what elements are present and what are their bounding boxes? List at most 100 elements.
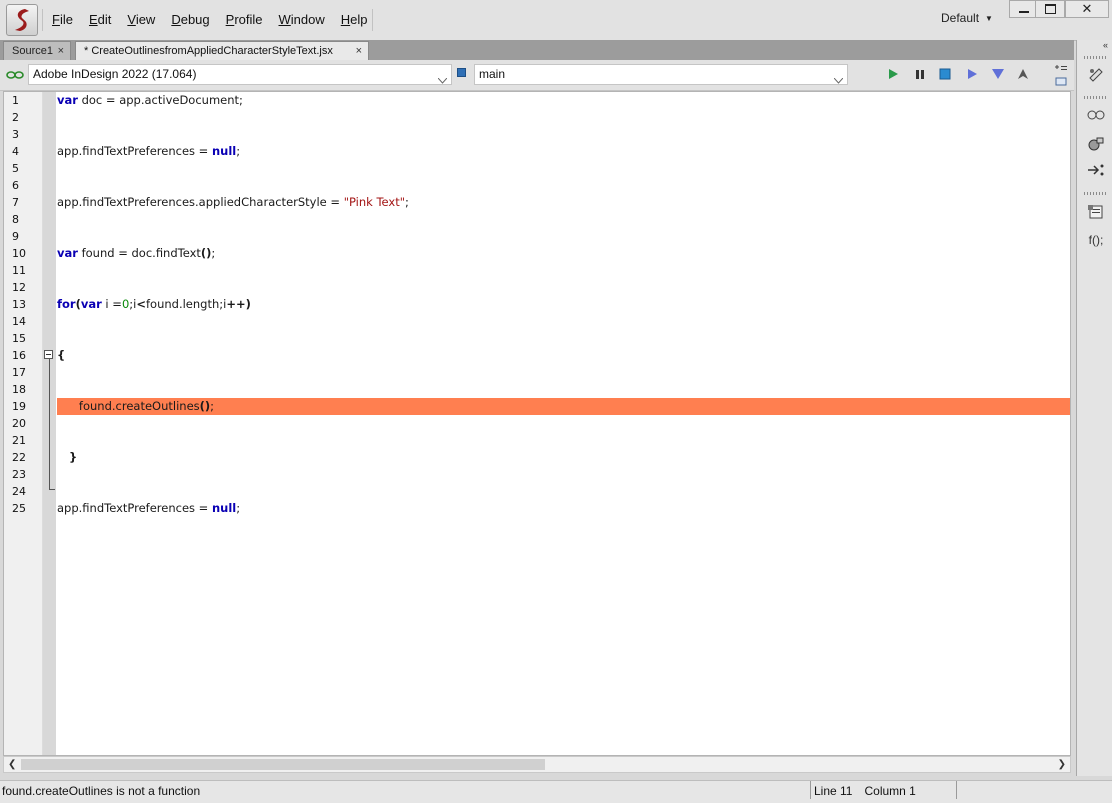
line-number: 14 — [12, 315, 26, 328]
line-number: 13 — [12, 298, 26, 311]
main-menu: File Edit View Debug Profile Window Help — [52, 12, 384, 27]
code-line-4: app.findTextPreferences = null; — [57, 143, 1070, 160]
menu-view[interactable]: View — [127, 12, 155, 27]
target-engine-select[interactable]: main — [474, 64, 848, 85]
tab-create-outlines-script[interactable]: * CreateOutlinesfromAppliedCharacterStyl… — [75, 41, 369, 60]
line-number: 20 — [12, 417, 26, 430]
chevron-down-icon — [437, 71, 448, 90]
chevron-down-icon — [833, 71, 844, 90]
line-number: 25 — [12, 502, 26, 515]
menu-window[interactable]: Window — [279, 12, 325, 27]
code-token: "Pink Text" — [343, 195, 406, 209]
code-token: ; — [210, 399, 215, 413]
script-icon[interactable] — [1086, 204, 1106, 222]
chevron-down-icon: ▼ — [985, 14, 993, 23]
code-token: ; — [236, 144, 241, 158]
code-token: () — [200, 246, 212, 260]
panel-grip[interactable] — [1084, 56, 1106, 59]
code-token: var — [57, 246, 78, 260]
close-icon: ✕ — [1081, 1, 1093, 16]
code-token: () — [199, 399, 211, 413]
data-browser-icon[interactable] — [1086, 108, 1106, 126]
code-text-area[interactable]: var doc = app.activeDocument; app.findTe… — [57, 92, 1070, 755]
line-number: 22 — [12, 451, 26, 464]
code-token: ; — [236, 501, 241, 515]
panel-grip[interactable] — [1084, 192, 1106, 195]
panel-grip[interactable] — [1084, 96, 1106, 99]
target-engine-value: main — [479, 67, 506, 81]
status-bar: found.createOutlines is not a function L… — [0, 780, 1112, 803]
line-number: 3 — [12, 128, 19, 141]
code-token: doc = app.activeDocument; — [77, 93, 243, 107]
target-application-select[interactable]: Adobe InDesign 2022 (17.064) — [28, 64, 452, 85]
menu-edit[interactable]: Edit — [89, 12, 111, 27]
code-line-7: app.findTextPreferences.appliedCharacter… — [57, 194, 1070, 211]
collapse-panel-icon[interactable]: « — [1103, 40, 1108, 50]
code-line-22: } — [57, 449, 1070, 466]
step-out-icon[interactable] — [1017, 68, 1031, 82]
line-number: 18 — [12, 383, 26, 396]
menu-file[interactable]: File — [52, 12, 73, 27]
close-tab-icon[interactable]: × — [356, 42, 362, 60]
scrollbar-thumb[interactable] — [21, 759, 545, 770]
line-number: 21 — [12, 434, 26, 447]
step-into-icon[interactable] — [991, 68, 1005, 82]
line-number: 4 — [12, 145, 19, 158]
pause-icon[interactable] — [914, 68, 928, 82]
breakpoint-icon[interactable] — [1086, 66, 1106, 84]
menu-divider — [372, 9, 373, 31]
fold-collapse-icon[interactable] — [44, 350, 53, 359]
minimize-icon — [1019, 11, 1029, 13]
code-token: app.findTextPreferences = — [57, 144, 212, 158]
step-over-icon[interactable] — [966, 68, 980, 82]
code-token: found = doc.findText — [77, 246, 201, 260]
workspace-switcher[interactable]: Default ▼ — [941, 11, 993, 25]
line-number: 2 — [12, 111, 19, 124]
target-application-value: Adobe InDesign 2022 (17.064) — [33, 67, 197, 81]
link-icon[interactable] — [6, 69, 24, 83]
functions-icon[interactable]: f(); — [1086, 233, 1106, 251]
code-token: null — [211, 501, 237, 515]
line-number: 23 — [12, 468, 26, 481]
line-number: 5 — [12, 162, 19, 175]
line-number: 1 — [12, 94, 19, 107]
menu-debug[interactable]: Debug — [171, 12, 209, 27]
line-number: 11 — [12, 264, 26, 277]
side-panel-dock: « f(); — [1076, 40, 1112, 776]
code-token: found.createOutlines — [57, 399, 200, 413]
line-number: 19 — [12, 400, 26, 413]
code-editor[interactable]: 1 2 3 4 5 6 7 8 9 10 11 12 13 14 15 16 1… — [3, 91, 1071, 756]
horizontal-scrollbar[interactable]: ❮ ❯ — [3, 756, 1071, 773]
line-number: 24 — [12, 485, 26, 498]
menu-help[interactable]: Help — [341, 12, 368, 27]
menu-bar: File Edit View Debug Profile Window Help… — [0, 0, 1112, 41]
run-icon[interactable] — [887, 68, 901, 82]
close-tab-icon[interactable]: × — [58, 42, 64, 60]
target-toolbar: Adobe InDesign 2022 (17.064) main — [0, 60, 1074, 91]
code-token: for — [57, 297, 76, 311]
close-window-button[interactable]: ✕ — [1065, 0, 1109, 18]
code-token: app.findTextPreferences.appliedCharacter… — [57, 195, 344, 209]
panel-menu-icon[interactable] — [1054, 64, 1068, 86]
call-stack-icon[interactable] — [1086, 136, 1106, 154]
tab-label: Source1 — [12, 45, 53, 57]
code-token: } — [57, 450, 78, 464]
fold-guide-end — [49, 489, 55, 490]
stop-icon[interactable] — [939, 68, 953, 82]
scroll-right-icon[interactable]: ❯ — [1058, 759, 1066, 770]
tab-source1[interactable]: Source1 × — [3, 41, 71, 60]
code-token: app.findTextPreferences = — [57, 501, 212, 515]
cursor-position: Line 11 Column 1 — [814, 784, 928, 798]
step-icon[interactable] — [1086, 162, 1106, 180]
line-number: 12 — [12, 281, 26, 294]
estk-logo-icon — [6, 4, 38, 36]
menu-profile[interactable]: Profile — [226, 12, 263, 27]
engine-status-icon — [457, 68, 466, 77]
code-token: null — [211, 144, 237, 158]
workspace-label: Default — [941, 11, 980, 25]
maximize-button[interactable] — [1035, 0, 1065, 18]
code-token: ) — [245, 297, 251, 311]
scroll-left-icon[interactable]: ❮ — [8, 759, 16, 770]
cursor-line: Line 11 — [814, 784, 853, 798]
line-number: 17 — [12, 366, 26, 379]
